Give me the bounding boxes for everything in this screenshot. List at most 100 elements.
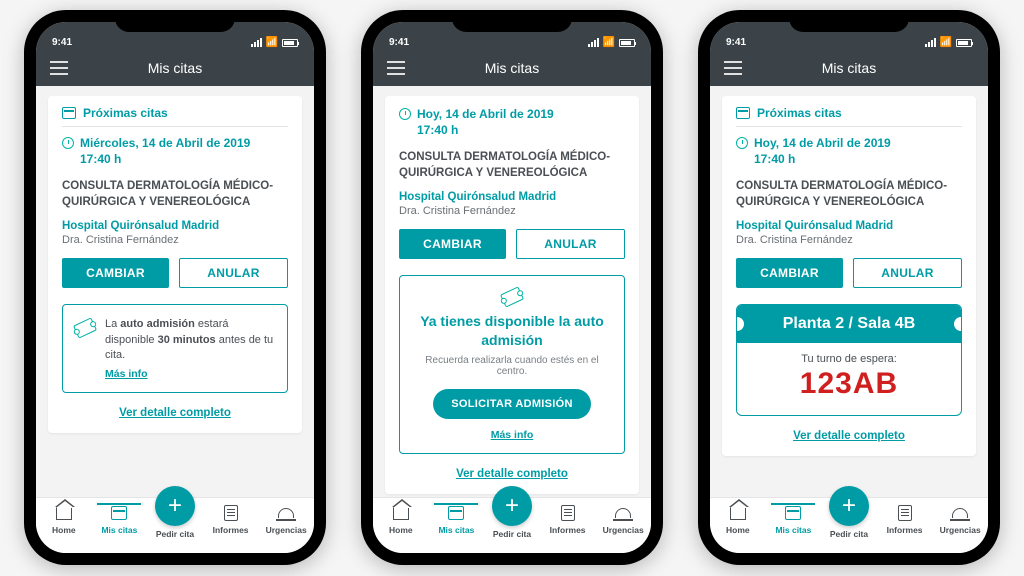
siren-icon bbox=[615, 508, 631, 518]
appointment-time: 17:40 h bbox=[754, 151, 891, 167]
section-header: Próximas citas bbox=[62, 106, 288, 120]
app-header: Mis citas bbox=[373, 50, 651, 86]
nav-home[interactable]: Home bbox=[373, 504, 429, 535]
turn-info: Planta 2 / Sala 4B Tu turno de espera: 1… bbox=[736, 304, 962, 416]
clock-icon bbox=[736, 137, 748, 149]
ticket-icon bbox=[73, 318, 97, 339]
appointment-datetime: Hoy, 14 de Abril de 2019 17:40 h bbox=[399, 106, 625, 138]
battery-icon bbox=[282, 39, 298, 47]
bottom-nav: Home Mis citas +Pedir cita Informes Urge… bbox=[710, 497, 988, 553]
auto-admission-info: La auto admisión estará disponible 30 mi… bbox=[62, 304, 288, 392]
add-fab-icon: + bbox=[492, 486, 532, 526]
view-detail-link[interactable]: Ver detalle completo bbox=[62, 407, 288, 419]
appointment-subject: CONSULTA DERMATOLOGÍA MÉDICO-QUIRÚRGICA … bbox=[736, 179, 962, 210]
change-button[interactable]: CAMBIAR bbox=[62, 258, 169, 288]
appointment-hospital: Hospital Quirónsalud Madrid bbox=[62, 220, 288, 232]
divider bbox=[62, 126, 288, 127]
section-title: Próximas citas bbox=[757, 106, 842, 120]
cancel-button[interactable]: ANULAR bbox=[179, 258, 288, 288]
more-info-link[interactable]: Más info bbox=[412, 429, 612, 441]
nav-emergency[interactable]: Urgencias bbox=[258, 504, 314, 535]
change-button[interactable]: CAMBIAR bbox=[399, 229, 506, 259]
nav-reports[interactable]: Informes bbox=[877, 504, 933, 535]
appointment-doctor: Dra. Cristina Fernández bbox=[399, 205, 625, 217]
bottom-nav: Home Mis citas +Pedir cita Informes Urge… bbox=[36, 497, 314, 553]
signal-icon bbox=[251, 38, 262, 47]
appointment-subject: CONSULTA DERMATOLOGÍA MÉDICO-QUIRÚRGICA … bbox=[399, 150, 625, 181]
app-header: Mis citas bbox=[36, 50, 314, 86]
add-fab-icon: + bbox=[155, 486, 195, 526]
appointment-card: Próximas citas Hoy, 14 de Abril de 2019 … bbox=[722, 96, 976, 456]
section-title: Próximas citas bbox=[83, 106, 168, 120]
view-detail-link[interactable]: Ver detalle completo bbox=[736, 430, 962, 442]
more-info-link[interactable]: Más info bbox=[105, 368, 148, 380]
nav-request[interactable]: +Pedir cita bbox=[821, 504, 877, 539]
phone-frame: 9:41 📶 Mis citas Próximas citas bbox=[698, 10, 1000, 565]
available-title: Ya tienes disponible la autoadmisión bbox=[412, 312, 612, 348]
content-area: Hoy, 14 de Abril de 2019 17:40 h CONSULT… bbox=[373, 86, 651, 497]
siren-icon bbox=[952, 508, 968, 518]
turn-code: 123AB bbox=[741, 367, 957, 401]
wifi-icon: 📶 bbox=[940, 37, 952, 48]
request-admission-button[interactable]: SOLICITAR ADMISIÓN bbox=[433, 389, 591, 419]
nav-appointments[interactable]: Mis citas bbox=[429, 504, 485, 535]
siren-icon bbox=[278, 508, 294, 518]
appointment-date: Hoy, 14 de Abril de 2019 bbox=[417, 106, 554, 122]
document-icon bbox=[898, 505, 912, 521]
appointment-card: Hoy, 14 de Abril de 2019 17:40 h CONSULT… bbox=[385, 96, 639, 494]
appointment-date: Miércoles, 14 de Abril de 2019 bbox=[80, 135, 250, 151]
ticket-icon bbox=[500, 287, 524, 308]
calendar-icon bbox=[736, 107, 750, 119]
auto-admission-available: Ya tienes disponible la autoadmisión Rec… bbox=[399, 275, 625, 453]
view-detail-link[interactable]: Ver detalle completo bbox=[399, 468, 625, 480]
status-time: 9:41 bbox=[52, 37, 72, 48]
phone-screen: 9:41 📶 Mis citas Próximas citas bbox=[36, 22, 314, 553]
change-button[interactable]: CAMBIAR bbox=[736, 258, 843, 288]
add-fab-icon: + bbox=[829, 486, 869, 526]
signal-icon bbox=[588, 38, 599, 47]
nav-home[interactable]: Home bbox=[36, 504, 92, 535]
available-subtitle: Recuerda realizarla cuando estés en el c… bbox=[412, 355, 612, 377]
calendar-nav-icon bbox=[111, 506, 127, 520]
nav-emergency[interactable]: Urgencias bbox=[595, 504, 651, 535]
nav-reports[interactable]: Informes bbox=[203, 504, 259, 535]
appointment-card: Próximas citas Miércoles, 14 de Abril de… bbox=[48, 96, 302, 433]
status-time: 9:41 bbox=[389, 37, 409, 48]
status-time: 9:41 bbox=[726, 37, 746, 48]
appointment-hospital: Hospital Quirónsalud Madrid bbox=[736, 220, 962, 232]
nav-request[interactable]: +Pedir cita bbox=[484, 504, 540, 539]
content-area: Próximas citas Miércoles, 14 de Abril de… bbox=[36, 86, 314, 497]
app-header: Mis citas bbox=[710, 50, 988, 86]
nav-emergency[interactable]: Urgencias bbox=[932, 504, 988, 535]
phone-notch bbox=[789, 10, 909, 32]
wifi-icon: 📶 bbox=[603, 37, 615, 48]
cancel-button[interactable]: ANULAR bbox=[853, 258, 962, 288]
home-icon bbox=[730, 506, 746, 520]
appointment-datetime: Hoy, 14 de Abril de 2019 17:40 h bbox=[736, 135, 962, 167]
nav-request[interactable]: +Pedir cita bbox=[147, 504, 203, 539]
battery-icon bbox=[619, 39, 635, 47]
header-title: Mis citas bbox=[36, 60, 314, 76]
battery-icon bbox=[956, 39, 972, 47]
signal-icon bbox=[925, 38, 936, 47]
auto-admission-text: La auto admisión estará disponible 30 mi… bbox=[105, 317, 275, 363]
document-icon bbox=[561, 505, 575, 521]
nav-appointments[interactable]: Mis citas bbox=[766, 504, 822, 535]
appointment-time: 17:40 h bbox=[417, 122, 554, 138]
appointment-date: Hoy, 14 de Abril de 2019 bbox=[754, 135, 891, 151]
cancel-button[interactable]: ANULAR bbox=[516, 229, 625, 259]
phone-frame: 9:41 📶 Mis citas Hoy, 14 de Abril de 201… bbox=[361, 10, 663, 565]
nav-home[interactable]: Home bbox=[710, 504, 766, 535]
document-icon bbox=[224, 505, 238, 521]
calendar-icon bbox=[62, 107, 76, 119]
phone-notch bbox=[115, 10, 235, 32]
phone-screen: 9:41 📶 Mis citas Hoy, 14 de Abril de 201… bbox=[373, 22, 651, 553]
nav-reports[interactable]: Informes bbox=[540, 504, 596, 535]
bottom-nav: Home Mis citas +Pedir cita Informes Urge… bbox=[373, 497, 651, 553]
nav-appointments[interactable]: Mis citas bbox=[92, 504, 148, 535]
appointment-datetime: Miércoles, 14 de Abril de 2019 17:40 h bbox=[62, 135, 288, 167]
section-header: Próximas citas bbox=[736, 106, 962, 120]
phone-notch bbox=[452, 10, 572, 32]
appointment-hospital: Hospital Quirónsalud Madrid bbox=[399, 191, 625, 203]
appointment-subject: CONSULTA DERMATOLOGÍA MÉDICO-QUIRÚRGICA … bbox=[62, 179, 288, 210]
